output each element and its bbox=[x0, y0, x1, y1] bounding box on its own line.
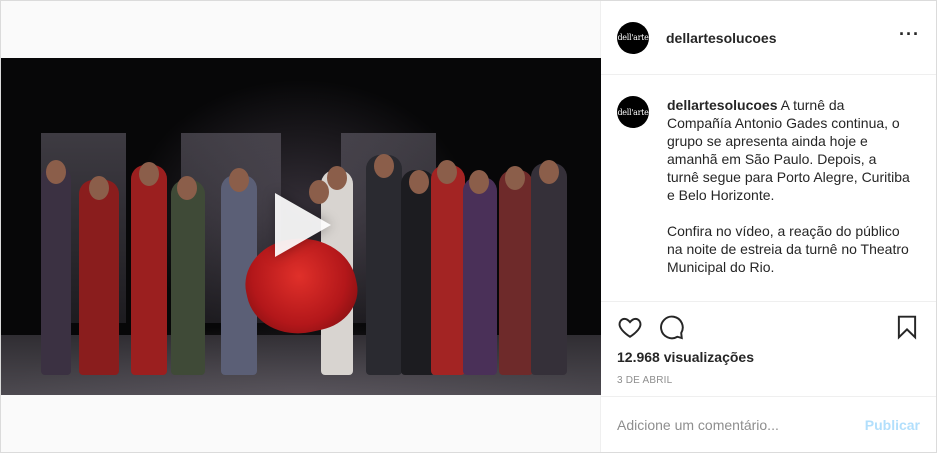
dancer-head bbox=[327, 166, 347, 190]
dancer-head bbox=[374, 154, 394, 178]
caption: dellartesolucoes A turnê da Compañía Ant… bbox=[667, 96, 912, 301]
dancer-head bbox=[89, 176, 109, 200]
dancer-head bbox=[409, 170, 429, 194]
dancer-head bbox=[177, 176, 197, 200]
dancer-head bbox=[139, 162, 159, 186]
dancer-figure bbox=[499, 170, 533, 375]
action-icons bbox=[617, 313, 920, 341]
publish-button[interactable]: Publicar bbox=[865, 417, 920, 433]
caption-paragraph-2: Confira no vídeo, a reação do público na… bbox=[667, 223, 909, 275]
username-link[interactable]: dellartesolucoes bbox=[666, 30, 777, 46]
dancer-figure bbox=[41, 165, 71, 375]
avatar[interactable]: dell'arte bbox=[617, 21, 649, 54]
more-horizontal-icon[interactable]: ··· bbox=[899, 25, 920, 47]
dancer-figure bbox=[401, 170, 435, 375]
dancer-figure bbox=[531, 163, 567, 375]
dancer-head bbox=[229, 168, 249, 192]
caption-paragraph: dellartesolucoes A turnê da Compañía Ant… bbox=[667, 96, 912, 204]
view-count[interactable]: 12.968 visualizações bbox=[617, 349, 920, 365]
dancer-head bbox=[46, 160, 66, 184]
media-area bbox=[1, 1, 601, 452]
bookmark-icon[interactable] bbox=[894, 314, 920, 340]
post-header: dell'arte dellartesolucoes ··· bbox=[601, 1, 936, 75]
dancer-figure bbox=[431, 165, 465, 375]
caption-avatar[interactable]: dell'arte bbox=[617, 96, 649, 128]
dancer-figure bbox=[463, 177, 497, 375]
add-comment-bar: Publicar bbox=[601, 396, 936, 452]
dancer-head bbox=[469, 170, 489, 194]
dancer-head bbox=[437, 160, 457, 184]
dancer-figure bbox=[366, 155, 402, 375]
caption-username-link[interactable]: dellartesolucoes bbox=[667, 97, 778, 113]
video-player[interactable] bbox=[1, 58, 601, 395]
instagram-post: dell'arte dellartesolucoes ··· dell'arte… bbox=[0, 0, 937, 453]
comment-input[interactable] bbox=[617, 416, 865, 433]
post-sidebar: dell'arte dellartesolucoes ··· dell'arte… bbox=[601, 1, 936, 452]
heart-icon[interactable] bbox=[617, 314, 643, 340]
comments-section: dell'arte dellartesolucoes A turnê da Co… bbox=[601, 75, 936, 302]
post-actions: 12.968 visualizações 3 DE ABRIL bbox=[601, 302, 936, 386]
dancer-figure bbox=[79, 180, 119, 375]
comment-icon[interactable] bbox=[659, 314, 685, 340]
dancer-head bbox=[505, 166, 525, 190]
play-icon[interactable] bbox=[275, 193, 331, 257]
dancer-figure bbox=[131, 165, 167, 375]
dancer-figure bbox=[171, 180, 205, 375]
dancer-head bbox=[539, 160, 559, 184]
post-date[interactable]: 3 DE ABRIL bbox=[617, 375, 920, 386]
